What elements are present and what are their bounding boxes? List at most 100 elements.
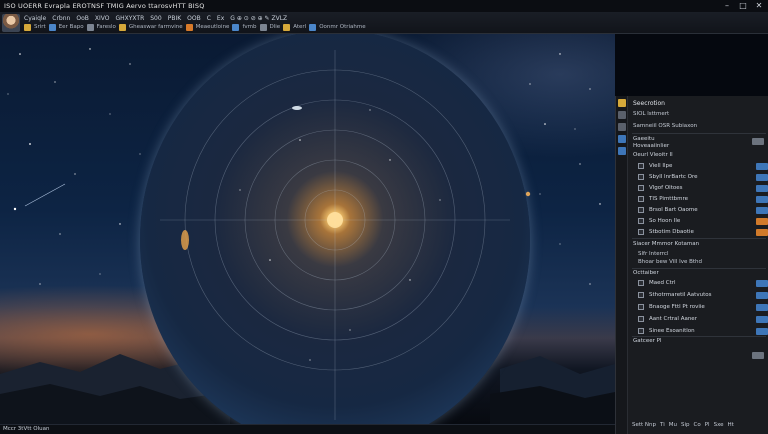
star-icon[interactable] xyxy=(24,23,31,31)
option-row[interactable]: Bnaoge Fttl Pt roviie xyxy=(638,302,768,312)
checkbox[interactable] xyxy=(638,292,644,298)
tool-label[interactable]: Oonmr Otriahme xyxy=(319,24,365,30)
checkbox[interactable] xyxy=(638,316,644,322)
tool-label[interactable]: Dlie xyxy=(270,24,281,30)
footer-item[interactable]: Sett Nnp xyxy=(632,422,656,428)
avatar[interactable] xyxy=(2,13,20,32)
tool-label[interactable]: Fareslo xyxy=(97,24,116,30)
option-label: Brsol Bart Oaome xyxy=(649,207,698,213)
sun-icon[interactable] xyxy=(618,99,626,107)
footer-item[interactable]: Ti xyxy=(660,422,665,428)
planet-icon[interactable] xyxy=(185,23,193,31)
checkbox[interactable] xyxy=(638,229,644,235)
option-row[interactable]: Sthotrmaretil Aatvutos xyxy=(638,290,768,300)
toggle-button[interactable] xyxy=(756,315,768,323)
section-title: Oeurl Vleoitr Il xyxy=(633,152,673,158)
filter-icon[interactable] xyxy=(618,123,626,131)
option-row[interactable]: Brsol Bart Oaome xyxy=(638,205,768,215)
option-row[interactable]: Viell Ilpe xyxy=(638,161,768,171)
maximize-button[interactable]: □ xyxy=(738,1,748,11)
option-row[interactable]: So Hoon Ile xyxy=(638,216,768,226)
menu-item[interactable]: OoB xyxy=(76,15,89,22)
section-title: Gatceer Pl xyxy=(633,338,662,344)
minimize-button[interactable]: – xyxy=(722,1,732,11)
section-title: Octtaiber xyxy=(633,270,659,276)
toggle-button[interactable] xyxy=(756,303,768,311)
toggle-button[interactable] xyxy=(756,327,768,335)
panel-info-line: SIOL lsttmert xyxy=(633,111,670,117)
option-label: Sthotrmaretil Aatvutos xyxy=(649,292,712,298)
checkbox[interactable] xyxy=(638,218,644,224)
option-row[interactable]: Sbyll lnrBartc Ore xyxy=(638,172,768,182)
toggle-button[interactable] xyxy=(756,184,768,192)
clock-icon[interactable] xyxy=(259,23,267,31)
tool-label[interactable]: Meaeutloine xyxy=(196,24,230,30)
tool-label[interactable]: Eer Bapo xyxy=(59,24,84,30)
menu-item[interactable]: GHXYXTR xyxy=(115,15,144,22)
checkbox[interactable] xyxy=(638,185,644,191)
divider xyxy=(632,268,766,269)
menu-item[interactable]: Crbnn xyxy=(52,15,70,22)
checkbox[interactable] xyxy=(638,196,644,202)
option-label: Bnaoge Fttl Pt roviie xyxy=(649,304,705,310)
action-button[interactable] xyxy=(752,352,764,359)
toggle-button[interactable] xyxy=(756,162,768,170)
checkbox[interactable] xyxy=(638,328,644,334)
option-label: Sbyll lnrBartc Ore xyxy=(649,174,698,180)
footer-item[interactable]: Mu xyxy=(669,422,677,428)
toggle-button[interactable] xyxy=(756,228,768,236)
checkbox[interactable] xyxy=(638,163,644,169)
target-icon[interactable] xyxy=(232,23,240,31)
edit-button[interactable] xyxy=(752,138,764,145)
checkbox[interactable] xyxy=(638,280,644,286)
checkbox[interactable] xyxy=(638,207,644,213)
settings-panel: Seecrotion SIOL lsttmert Samneiil OSR Su… xyxy=(615,96,768,434)
toggle-button[interactable] xyxy=(756,217,768,225)
menu-item[interactable]: Ex xyxy=(217,15,224,22)
settings-icon[interactable] xyxy=(309,23,317,31)
option-row[interactable]: Vlgof Oltoes xyxy=(638,183,768,193)
toggle-button[interactable] xyxy=(756,291,768,299)
tool-label[interactable]: Gheaswar farmvine xyxy=(129,24,183,30)
footer-item[interactable]: Sip xyxy=(681,422,690,428)
sphere-grid xyxy=(160,50,510,420)
toggle-button[interactable] xyxy=(756,195,768,203)
menu-item[interactable]: C xyxy=(207,15,211,22)
option-label: Stbotim Dbaotie xyxy=(649,229,694,235)
menu-item[interactable]: Cyaiqle xyxy=(24,15,46,22)
toolbar-tools[interactable]: G ⊕ ⊙ ⊘ ⊕ ✎ ZVLZ xyxy=(230,15,287,22)
close-button[interactable]: ✕ xyxy=(754,1,764,11)
checkbox[interactable] xyxy=(638,174,644,180)
option-row[interactable]: Aant Crtral Aaner xyxy=(638,314,768,324)
toggle-button[interactable] xyxy=(756,206,768,214)
menu-item[interactable]: S00 xyxy=(150,15,161,22)
sky-viewport[interactable] xyxy=(0,34,615,424)
tool-label[interactable]: Aterl xyxy=(293,24,306,30)
globe-icon[interactable] xyxy=(618,135,626,143)
option-row[interactable]: Sinee Esoanitlon xyxy=(638,326,768,336)
option-row[interactable]: Stbotim Dbaotie xyxy=(638,227,768,237)
footer-item[interactable]: Co xyxy=(694,422,701,428)
menu-item[interactable]: XIVO xyxy=(95,15,110,22)
footer-item[interactable]: Sxe xyxy=(714,422,724,428)
divider xyxy=(632,133,766,134)
camera-icon[interactable] xyxy=(283,23,291,31)
eye-icon[interactable] xyxy=(618,147,626,155)
menu-item[interactable]: PBIK xyxy=(168,15,181,22)
section-line: Slfr Interrcl xyxy=(638,251,669,257)
telescope-icon[interactable] xyxy=(118,23,126,31)
layer-icon[interactable] xyxy=(618,111,626,119)
toggle-button[interactable] xyxy=(756,173,768,181)
option-row[interactable]: Maed Ctrl xyxy=(638,278,768,288)
checkbox[interactable] xyxy=(638,304,644,310)
grid-icon[interactable] xyxy=(48,23,56,31)
menu-item[interactable]: OOB xyxy=(187,15,201,22)
tool-label[interactable]: Srirt xyxy=(34,24,46,30)
footer-item[interactable]: Pl xyxy=(705,422,710,428)
footer-item[interactable]: Ht xyxy=(728,422,734,428)
toggle-button[interactable] xyxy=(756,279,768,287)
tool-label[interactable]: fvmb xyxy=(242,24,256,30)
option-row[interactable]: TIS Pimttbmre xyxy=(638,194,768,204)
layers-icon[interactable] xyxy=(86,23,94,31)
status-text: Mccr 3tVtt Oluan xyxy=(3,426,50,432)
